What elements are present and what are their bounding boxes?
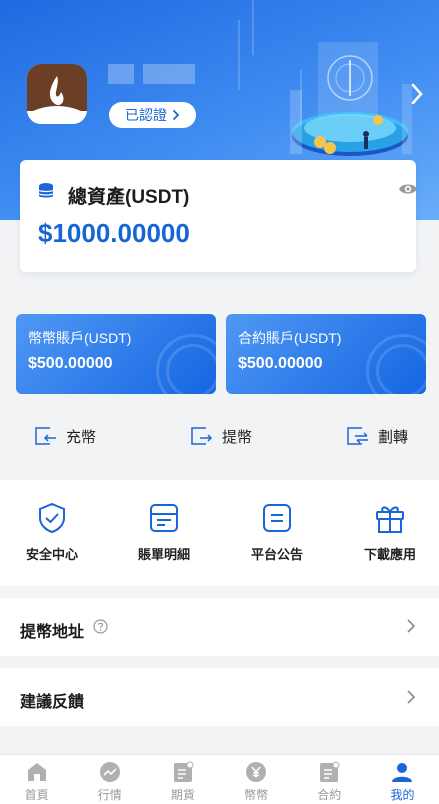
spot-account-value: $500.00000 bbox=[28, 355, 113, 372]
total-assets-title: 總資產(USDT) bbox=[68, 187, 190, 208]
user-icon bbox=[392, 763, 413, 782]
home-icon bbox=[27, 763, 46, 781]
transfer-label: 劃轉 bbox=[378, 428, 409, 446]
withdraw-address-label: 提幣地址 bbox=[20, 624, 85, 641]
bottom-tab-bar: 首頁 行情 期貨 幣幣 合約 我的 bbox=[0, 754, 439, 804]
total-assets-card: 總資產(USDT) $1000.00000 bbox=[20, 160, 418, 272]
header-chevron-right-icon[interactable] bbox=[410, 82, 424, 106]
tab-futures-label: 期貨 bbox=[170, 788, 195, 802]
spot-account-label: 幣幣賬戶(USDT) bbox=[28, 330, 132, 346]
chevron-right-icon bbox=[407, 690, 416, 704]
tab-market-label: 行情 bbox=[97, 788, 122, 802]
contract-account-card[interactable]: 合約賬戶(USDT) $500.00000 bbox=[226, 314, 426, 394]
tab-mine-label: 我的 bbox=[390, 788, 415, 802]
billing-details-label: 賬單明細 bbox=[137, 547, 190, 562]
announcements-button[interactable]: 平台公告 bbox=[237, 502, 317, 563]
withdraw-icon bbox=[191, 427, 213, 445]
security-center-button[interactable]: 安全中心 bbox=[12, 502, 92, 563]
withdraw-button[interactable]: 提幣 bbox=[190, 424, 252, 448]
gift-icon bbox=[376, 506, 404, 533]
announcements-label: 平台公告 bbox=[250, 547, 303, 562]
help-icon[interactable] bbox=[93, 619, 108, 634]
tab-coin[interactable]: 幣幣 bbox=[220, 755, 293, 804]
tab-contract-label: 合約 bbox=[317, 788, 342, 802]
decorative-line bbox=[252, 0, 254, 55]
announcement-icon bbox=[263, 504, 291, 532]
verified-badge[interactable]: 已認證 bbox=[109, 102, 196, 128]
feedback-label: 建議反饋 bbox=[20, 694, 85, 711]
download-app-button[interactable]: 下載應用 bbox=[350, 502, 430, 563]
tab-mine[interactable]: 我的 bbox=[366, 755, 439, 804]
decorative-line bbox=[238, 20, 240, 90]
security-center-label: 安全中心 bbox=[25, 547, 78, 562]
tab-coin-label: 幣幣 bbox=[244, 788, 269, 802]
transfer-button[interactable]: 劃轉 bbox=[346, 424, 408, 448]
chevron-right-icon bbox=[172, 109, 180, 121]
verified-label: 已認證 bbox=[125, 107, 167, 123]
total-assets-value: $1000.00000 bbox=[38, 218, 190, 248]
withdraw-address-row[interactable]: 提幣地址 bbox=[0, 598, 439, 656]
tab-home[interactable]: 首頁 bbox=[0, 755, 73, 804]
yen-coin-icon bbox=[246, 762, 267, 782]
bill-icon bbox=[150, 504, 178, 532]
deposit-label: 充幣 bbox=[66, 428, 97, 446]
contract-account-label: 合約賬戶(USDT) bbox=[238, 330, 342, 346]
withdraw-label: 提幣 bbox=[222, 428, 253, 446]
username-placeholder bbox=[108, 64, 134, 84]
market-icon bbox=[99, 762, 120, 782]
feedback-row[interactable]: 建議反饋 bbox=[0, 668, 439, 726]
deposit-button[interactable]: 充幣 bbox=[34, 424, 96, 448]
deposit-icon bbox=[35, 427, 56, 445]
coin-stack-icon bbox=[38, 183, 54, 198]
tab-home-label: 首頁 bbox=[24, 788, 49, 802]
tab-futures[interactable]: 期貨 bbox=[146, 755, 219, 804]
shield-check-icon bbox=[39, 502, 65, 534]
chevron-right-icon bbox=[407, 619, 416, 633]
spot-account-card[interactable]: 幣幣賬戶(USDT) $500.00000 bbox=[16, 314, 216, 394]
futures-icon bbox=[173, 761, 194, 782]
crypto-illustration-icon bbox=[290, 42, 412, 156]
billing-details-button[interactable]: 賬單明細 bbox=[124, 502, 204, 563]
transfer-icon bbox=[347, 427, 368, 445]
avatar[interactable] bbox=[27, 64, 87, 124]
contract-icon bbox=[320, 761, 340, 782]
tab-market[interactable]: 行情 bbox=[73, 755, 146, 804]
eye-icon[interactable] bbox=[398, 182, 418, 196]
app-logo-icon bbox=[31, 76, 83, 124]
tab-contract[interactable]: 合約 bbox=[293, 755, 366, 804]
contract-account-value: $500.00000 bbox=[238, 355, 323, 372]
uid-placeholder bbox=[143, 64, 195, 84]
download-app-label: 下載應用 bbox=[363, 547, 416, 562]
